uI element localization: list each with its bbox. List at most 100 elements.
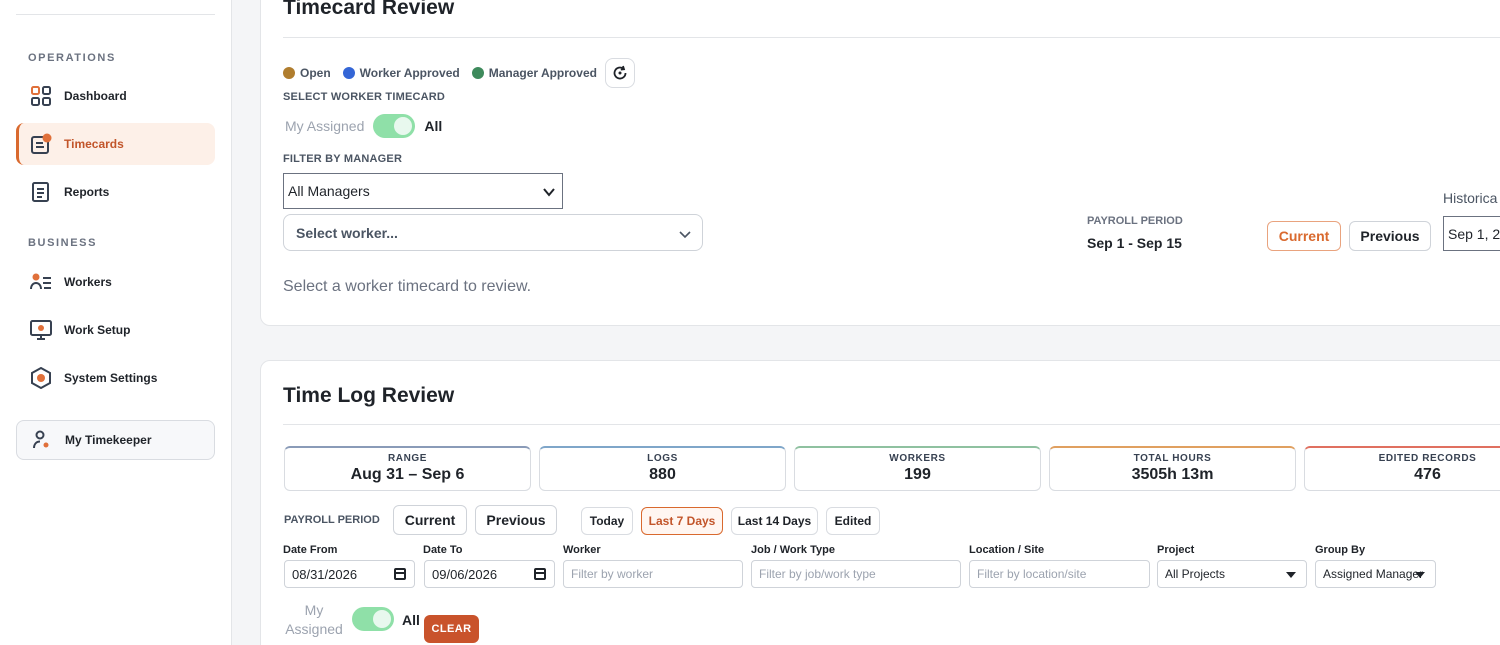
stat-value: 3505h 13m bbox=[1131, 466, 1214, 483]
settings-hex-icon bbox=[30, 366, 52, 390]
caret-down-icon bbox=[1286, 572, 1296, 578]
location-filter-input[interactable]: Filter by location/site bbox=[969, 560, 1150, 588]
stat-total-hours: TOTAL HOURS 3505h 13m bbox=[1049, 446, 1296, 491]
stat-label: LOGS bbox=[647, 453, 678, 464]
log-toggle-all-label: All bbox=[402, 612, 420, 628]
chip-edited[interactable]: Edited bbox=[826, 507, 880, 535]
calendar-icon bbox=[394, 568, 406, 580]
stat-edited-records: EDITED RECORDS 476 bbox=[1304, 446, 1500, 491]
date-to-value: 09/06/2026 bbox=[432, 566, 498, 582]
stat-workers: WORKERS 199 bbox=[794, 446, 1041, 491]
historical-date-value: Sep 1, 20 bbox=[1448, 225, 1500, 242]
status-legend: Open Worker Approved Manager Approved bbox=[283, 66, 609, 80]
person-key-icon bbox=[31, 429, 53, 451]
log-toggle-left-label: My Assigned bbox=[284, 601, 344, 639]
chevron-down-icon bbox=[543, 188, 555, 197]
sidebar-item-label: Dashboard bbox=[64, 89, 127, 103]
date-to-input[interactable]: 09/06/2026 bbox=[424, 560, 555, 588]
sidebar-item-workers[interactable]: Workers bbox=[16, 261, 215, 303]
log-payroll-period-label: PAYROLL PERIOD bbox=[284, 514, 380, 526]
calendar-icon bbox=[534, 568, 546, 580]
job-filter-placeholder: Filter by job/work type bbox=[759, 567, 876, 581]
stat-value: 476 bbox=[1414, 466, 1441, 483]
date-to-label: Date To bbox=[423, 544, 463, 556]
sidebar-item-my-timekeeper[interactable]: My Timekeeper bbox=[16, 420, 215, 460]
project-select[interactable]: All Projects bbox=[1157, 560, 1307, 588]
sidebar-item-dashboard[interactable]: Dashboard bbox=[16, 75, 215, 117]
sidebar-item-reports[interactable]: Reports bbox=[16, 171, 215, 213]
log-toggle-left-line-1: My bbox=[304, 602, 324, 618]
section-label-operations: OPERATIONS bbox=[28, 52, 116, 64]
worker-select-placeholder: Select worker... bbox=[296, 224, 398, 241]
assigned-all-toggle[interactable] bbox=[373, 114, 416, 138]
refresh-button[interactable] bbox=[605, 58, 635, 88]
sidebar-item-label: Work Setup bbox=[64, 323, 131, 337]
stat-label: EDITED RECORDS bbox=[1378, 453, 1477, 464]
sidebar-item-system-settings[interactable]: System Settings bbox=[16, 357, 215, 399]
manager-select-value: All Managers bbox=[288, 183, 370, 199]
sidebar-item-label: System Settings bbox=[64, 371, 158, 385]
worker-filter-label: Worker bbox=[563, 544, 601, 556]
timecard-review-title: Timecard Review bbox=[283, 0, 455, 19]
section-label-business: BUSINESS bbox=[28, 237, 98, 249]
refresh-icon bbox=[613, 65, 627, 80]
worker-filter-input[interactable]: Filter by worker bbox=[563, 560, 743, 588]
location-filter-label: Location / Site bbox=[969, 544, 1045, 556]
location-filter-placeholder: Filter by location/site bbox=[977, 567, 1087, 581]
date-from-value: 08/31/2026 bbox=[292, 566, 358, 582]
title-divider bbox=[283, 424, 1500, 425]
stat-value: 880 bbox=[649, 466, 676, 483]
log-assigned-all-toggle[interactable] bbox=[352, 607, 394, 631]
chip-today[interactable]: Today bbox=[581, 507, 633, 535]
toggle-my-assigned-label: My Assigned bbox=[285, 118, 365, 134]
job-filter-input[interactable]: Filter by job/work type bbox=[751, 560, 961, 588]
manager-approved-dot-icon bbox=[471, 67, 484, 79]
stat-logs: LOGS 880 bbox=[539, 446, 786, 491]
job-filter-label: Job / Work Type bbox=[751, 544, 835, 556]
date-from-label: Date From bbox=[283, 544, 338, 556]
sidebar-item-work-setup[interactable]: Work Setup bbox=[16, 309, 215, 351]
log-previous-period-button[interactable]: Previous bbox=[475, 505, 557, 535]
clear-filters-button[interactable]: CLEAR bbox=[424, 615, 479, 643]
previous-period-button[interactable]: Previous bbox=[1349, 221, 1431, 251]
stat-label: WORKERS bbox=[889, 453, 946, 464]
stat-value: Aug 31 – Sep 6 bbox=[350, 466, 465, 483]
select-worker-help-text: Select a worker timecard to review. bbox=[283, 278, 532, 295]
payroll-period-label: PAYROLL PERIOD bbox=[1087, 215, 1183, 227]
sidebar-item-label: Reports bbox=[64, 185, 110, 199]
current-period-button[interactable]: Current bbox=[1267, 221, 1341, 251]
toggle-all-label: All bbox=[424, 118, 443, 134]
legend-manager-approved: Manager Approved bbox=[471, 66, 597, 80]
payroll-period-value: Sep 1 - Sep 15 bbox=[1087, 235, 1182, 251]
select-worker-timecard-label: SELECT WORKER TIMECARD bbox=[283, 91, 446, 103]
chip-last-14-days[interactable]: Last 14 Days bbox=[731, 507, 818, 535]
log-current-period-button[interactable]: Current bbox=[393, 505, 467, 535]
monitor-icon bbox=[30, 319, 52, 341]
grid-icon bbox=[30, 85, 52, 107]
legend-worker-approved: Worker Approved bbox=[342, 66, 460, 80]
project-filter-label: Project bbox=[1157, 544, 1195, 556]
people-list-icon bbox=[30, 271, 52, 293]
date-from-input[interactable]: 08/31/2026 bbox=[284, 560, 415, 588]
sidebar-item-timecards[interactable]: Timecards bbox=[16, 123, 215, 165]
title-divider bbox=[283, 37, 1500, 38]
project-select-value: All Projects bbox=[1165, 567, 1226, 581]
sidebar-item-label: Timecards bbox=[64, 137, 124, 151]
worker-select[interactable]: Select worker... bbox=[283, 214, 703, 251]
stat-label: TOTAL HOURS bbox=[1133, 453, 1212, 464]
caret-down-icon bbox=[1415, 572, 1425, 578]
group-by-select-value: Assigned Manager bbox=[1323, 567, 1424, 581]
group-by-select[interactable]: Assigned Manager bbox=[1315, 560, 1436, 588]
filter-by-manager-label: FILTER BY MANAGER bbox=[283, 153, 403, 165]
worker-filter-placeholder: Filter by worker bbox=[571, 567, 654, 581]
chip-last-7-days[interactable]: Last 7 Days bbox=[641, 507, 723, 535]
manager-select[interactable]: All Managers bbox=[283, 173, 563, 209]
historical-date-input[interactable]: Sep 1, 20 bbox=[1443, 216, 1500, 251]
legend-open: Open bbox=[283, 66, 331, 80]
assigned-toggle-row: My Assigned All bbox=[285, 114, 442, 138]
historical-label: Historica bbox=[1443, 190, 1498, 206]
sidebar-item-label: My Timekeeper bbox=[65, 433, 152, 447]
timecard-icon bbox=[30, 133, 52, 155]
sidebar: OPERATIONS Dashboard Timecards Reports B… bbox=[0, 0, 232, 645]
open-dot-icon bbox=[283, 67, 295, 79]
